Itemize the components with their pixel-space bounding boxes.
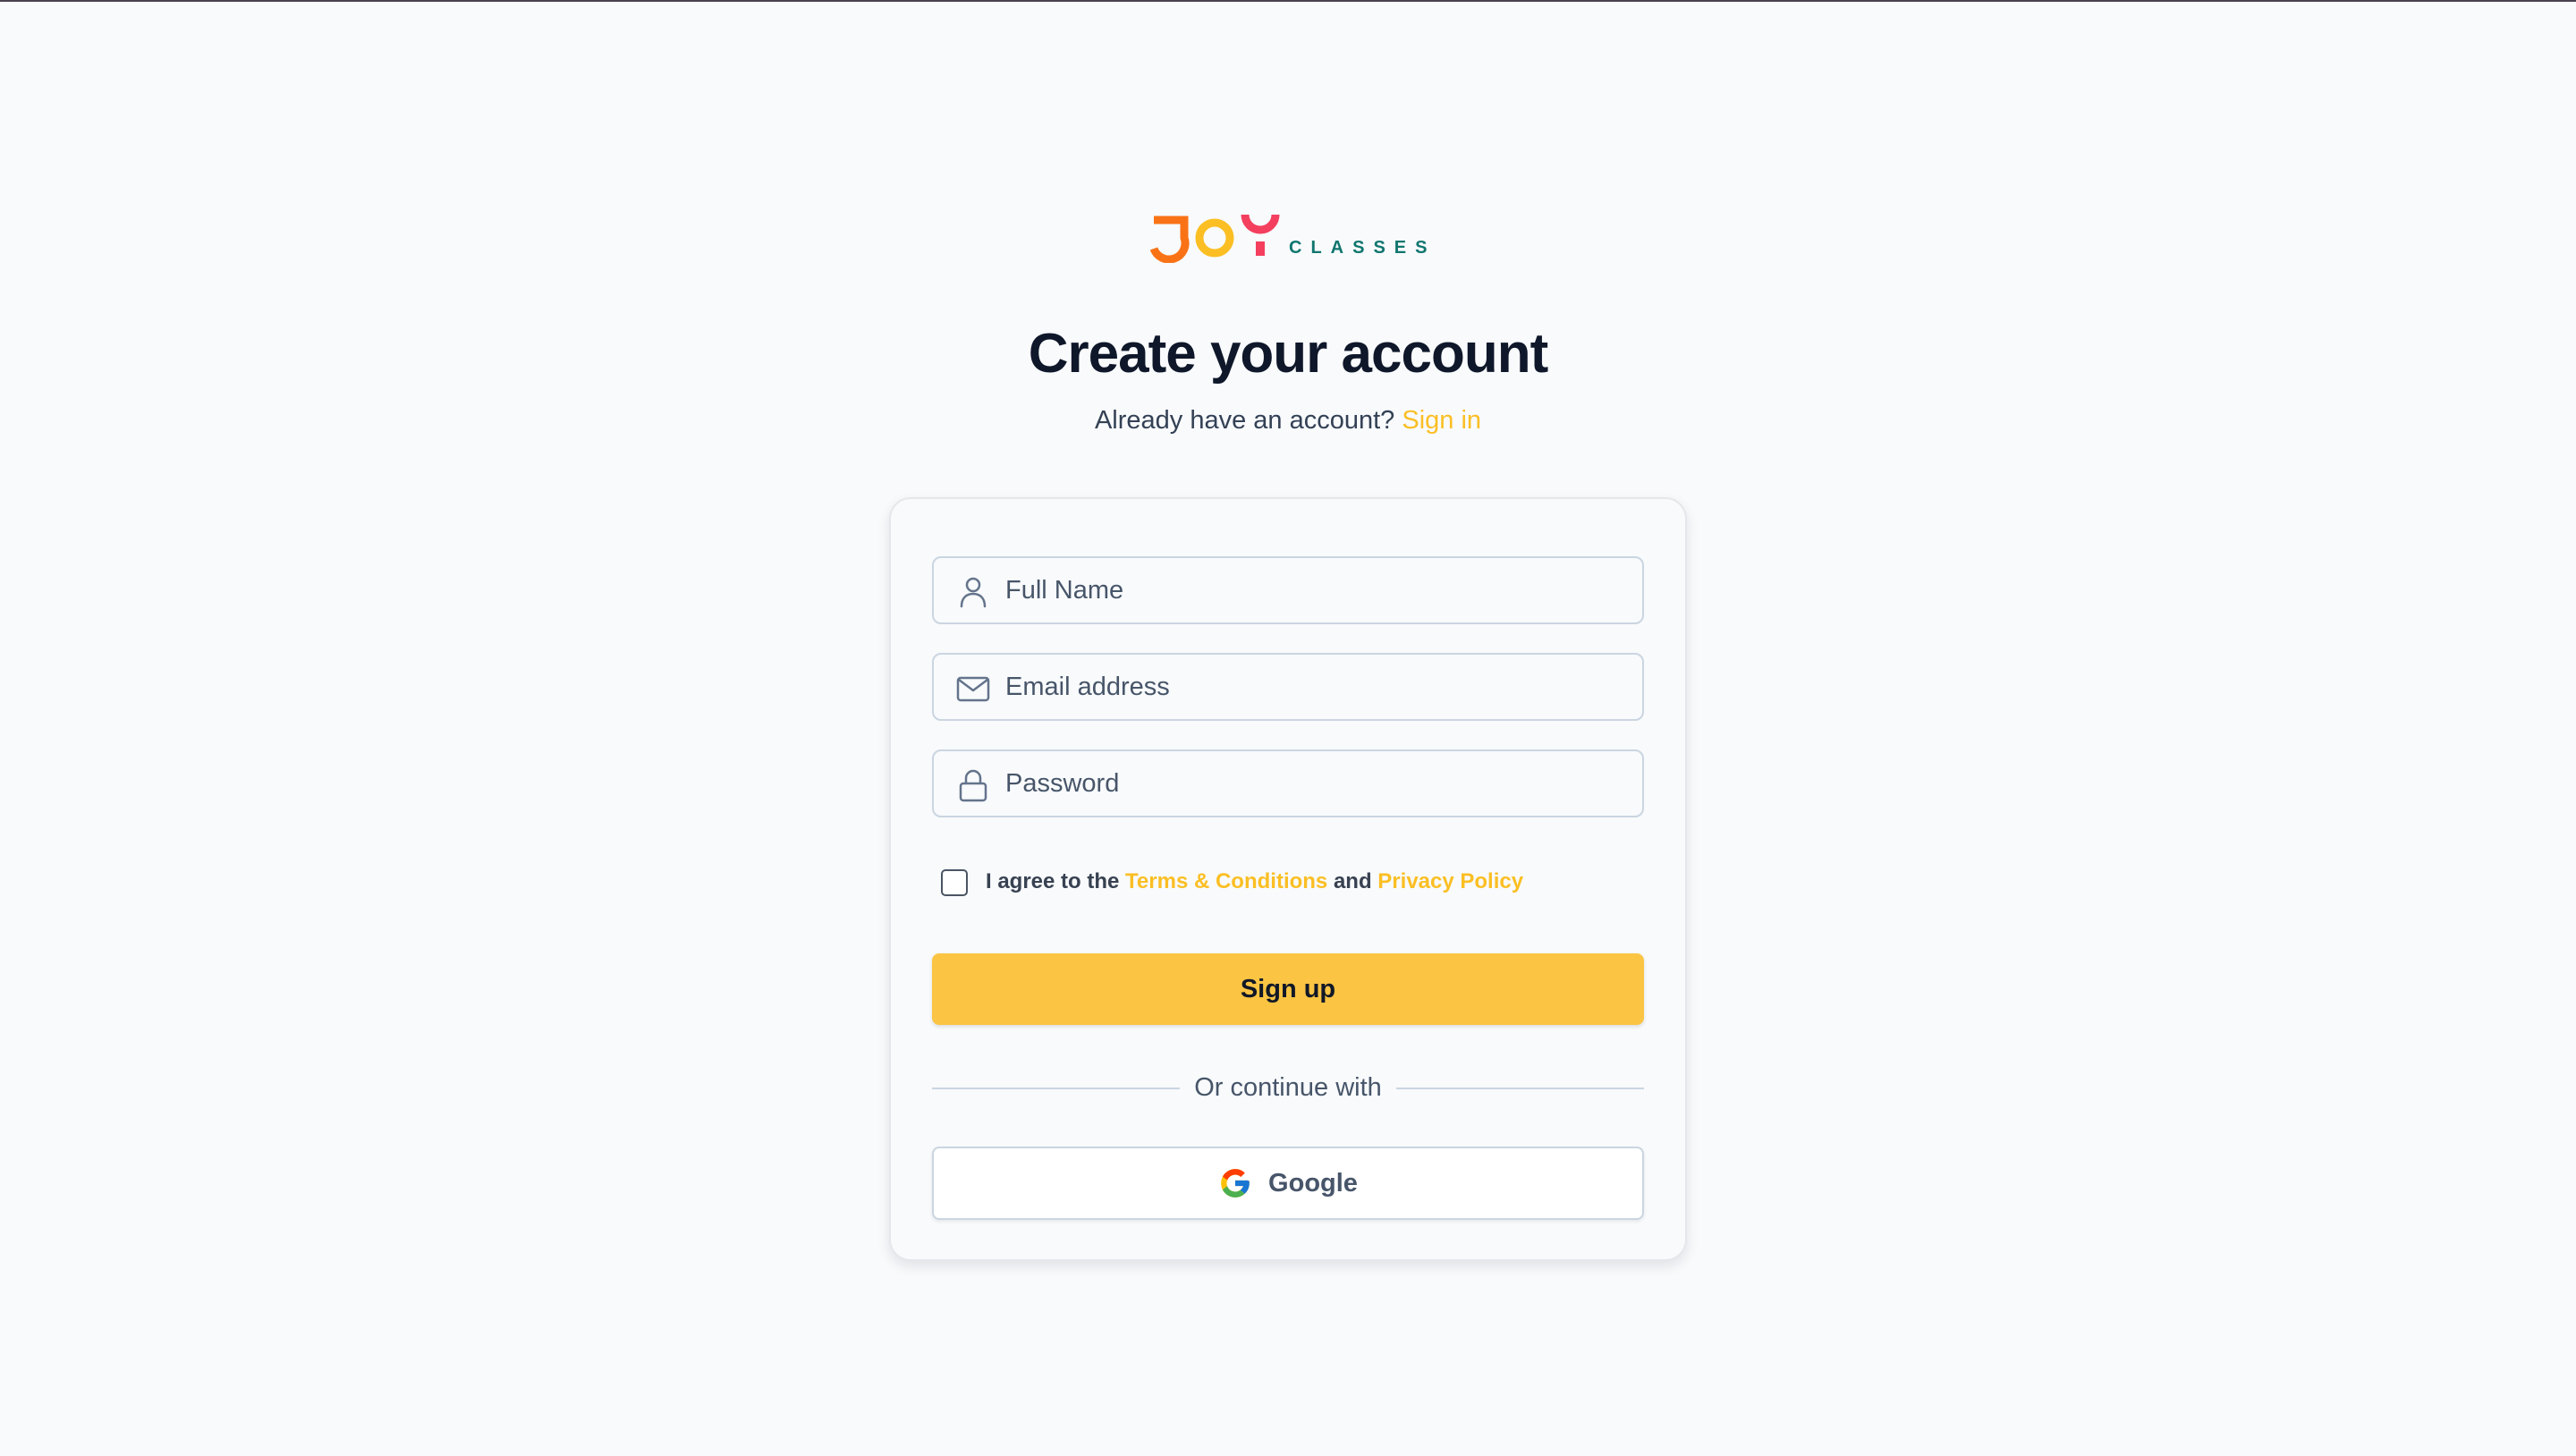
signup-button[interactable]: Sign up xyxy=(932,953,1644,1025)
agree-label: I agree to the Terms & Conditions and Pr… xyxy=(986,869,1523,894)
google-icon xyxy=(1221,1169,1250,1198)
email-field[interactable] xyxy=(932,653,1644,721)
agree-conjunction: and xyxy=(1333,869,1372,893)
logo-subtext: CLASSES xyxy=(1289,238,1436,258)
agree-checkbox[interactable] xyxy=(941,869,968,896)
google-label: Google xyxy=(1268,1168,1358,1198)
password-field[interactable] xyxy=(932,749,1644,817)
full-name-input[interactable] xyxy=(1005,558,1623,622)
signin-prompt: Already have an account? Sign in xyxy=(0,406,2576,436)
joy-classes-logo: CLASSES xyxy=(1149,213,1428,264)
google-signin-button[interactable]: Google xyxy=(932,1147,1644,1220)
continue-divider: Or continue with xyxy=(932,1070,1644,1105)
page-title: Create your account xyxy=(1028,323,1549,385)
terms-agreement: I agree to the Terms & Conditions and Pr… xyxy=(941,864,1639,900)
signin-link[interactable]: Sign in xyxy=(1402,406,1481,435)
password-input[interactable] xyxy=(1005,751,1623,816)
full-name-field[interactable] xyxy=(932,556,1644,624)
signin-prompt-text: Already have an account? xyxy=(1094,406,1395,435)
mail-icon xyxy=(956,676,990,702)
privacy-link[interactable]: Privacy Policy xyxy=(1377,869,1523,893)
signup-card: I agree to the Terms & Conditions and Pr… xyxy=(889,497,1687,1261)
divider-text: Or continue with xyxy=(1180,1073,1396,1102)
agree-prefix: I agree to the xyxy=(986,869,1120,893)
email-input[interactable] xyxy=(1005,655,1623,719)
logo-mark xyxy=(1149,214,1280,264)
user-icon xyxy=(960,577,987,608)
lock-icon xyxy=(959,769,987,802)
terms-link[interactable]: Terms & Conditions xyxy=(1125,869,1327,893)
signup-page: CLASSES Create your account Already have… xyxy=(0,2,2576,1456)
